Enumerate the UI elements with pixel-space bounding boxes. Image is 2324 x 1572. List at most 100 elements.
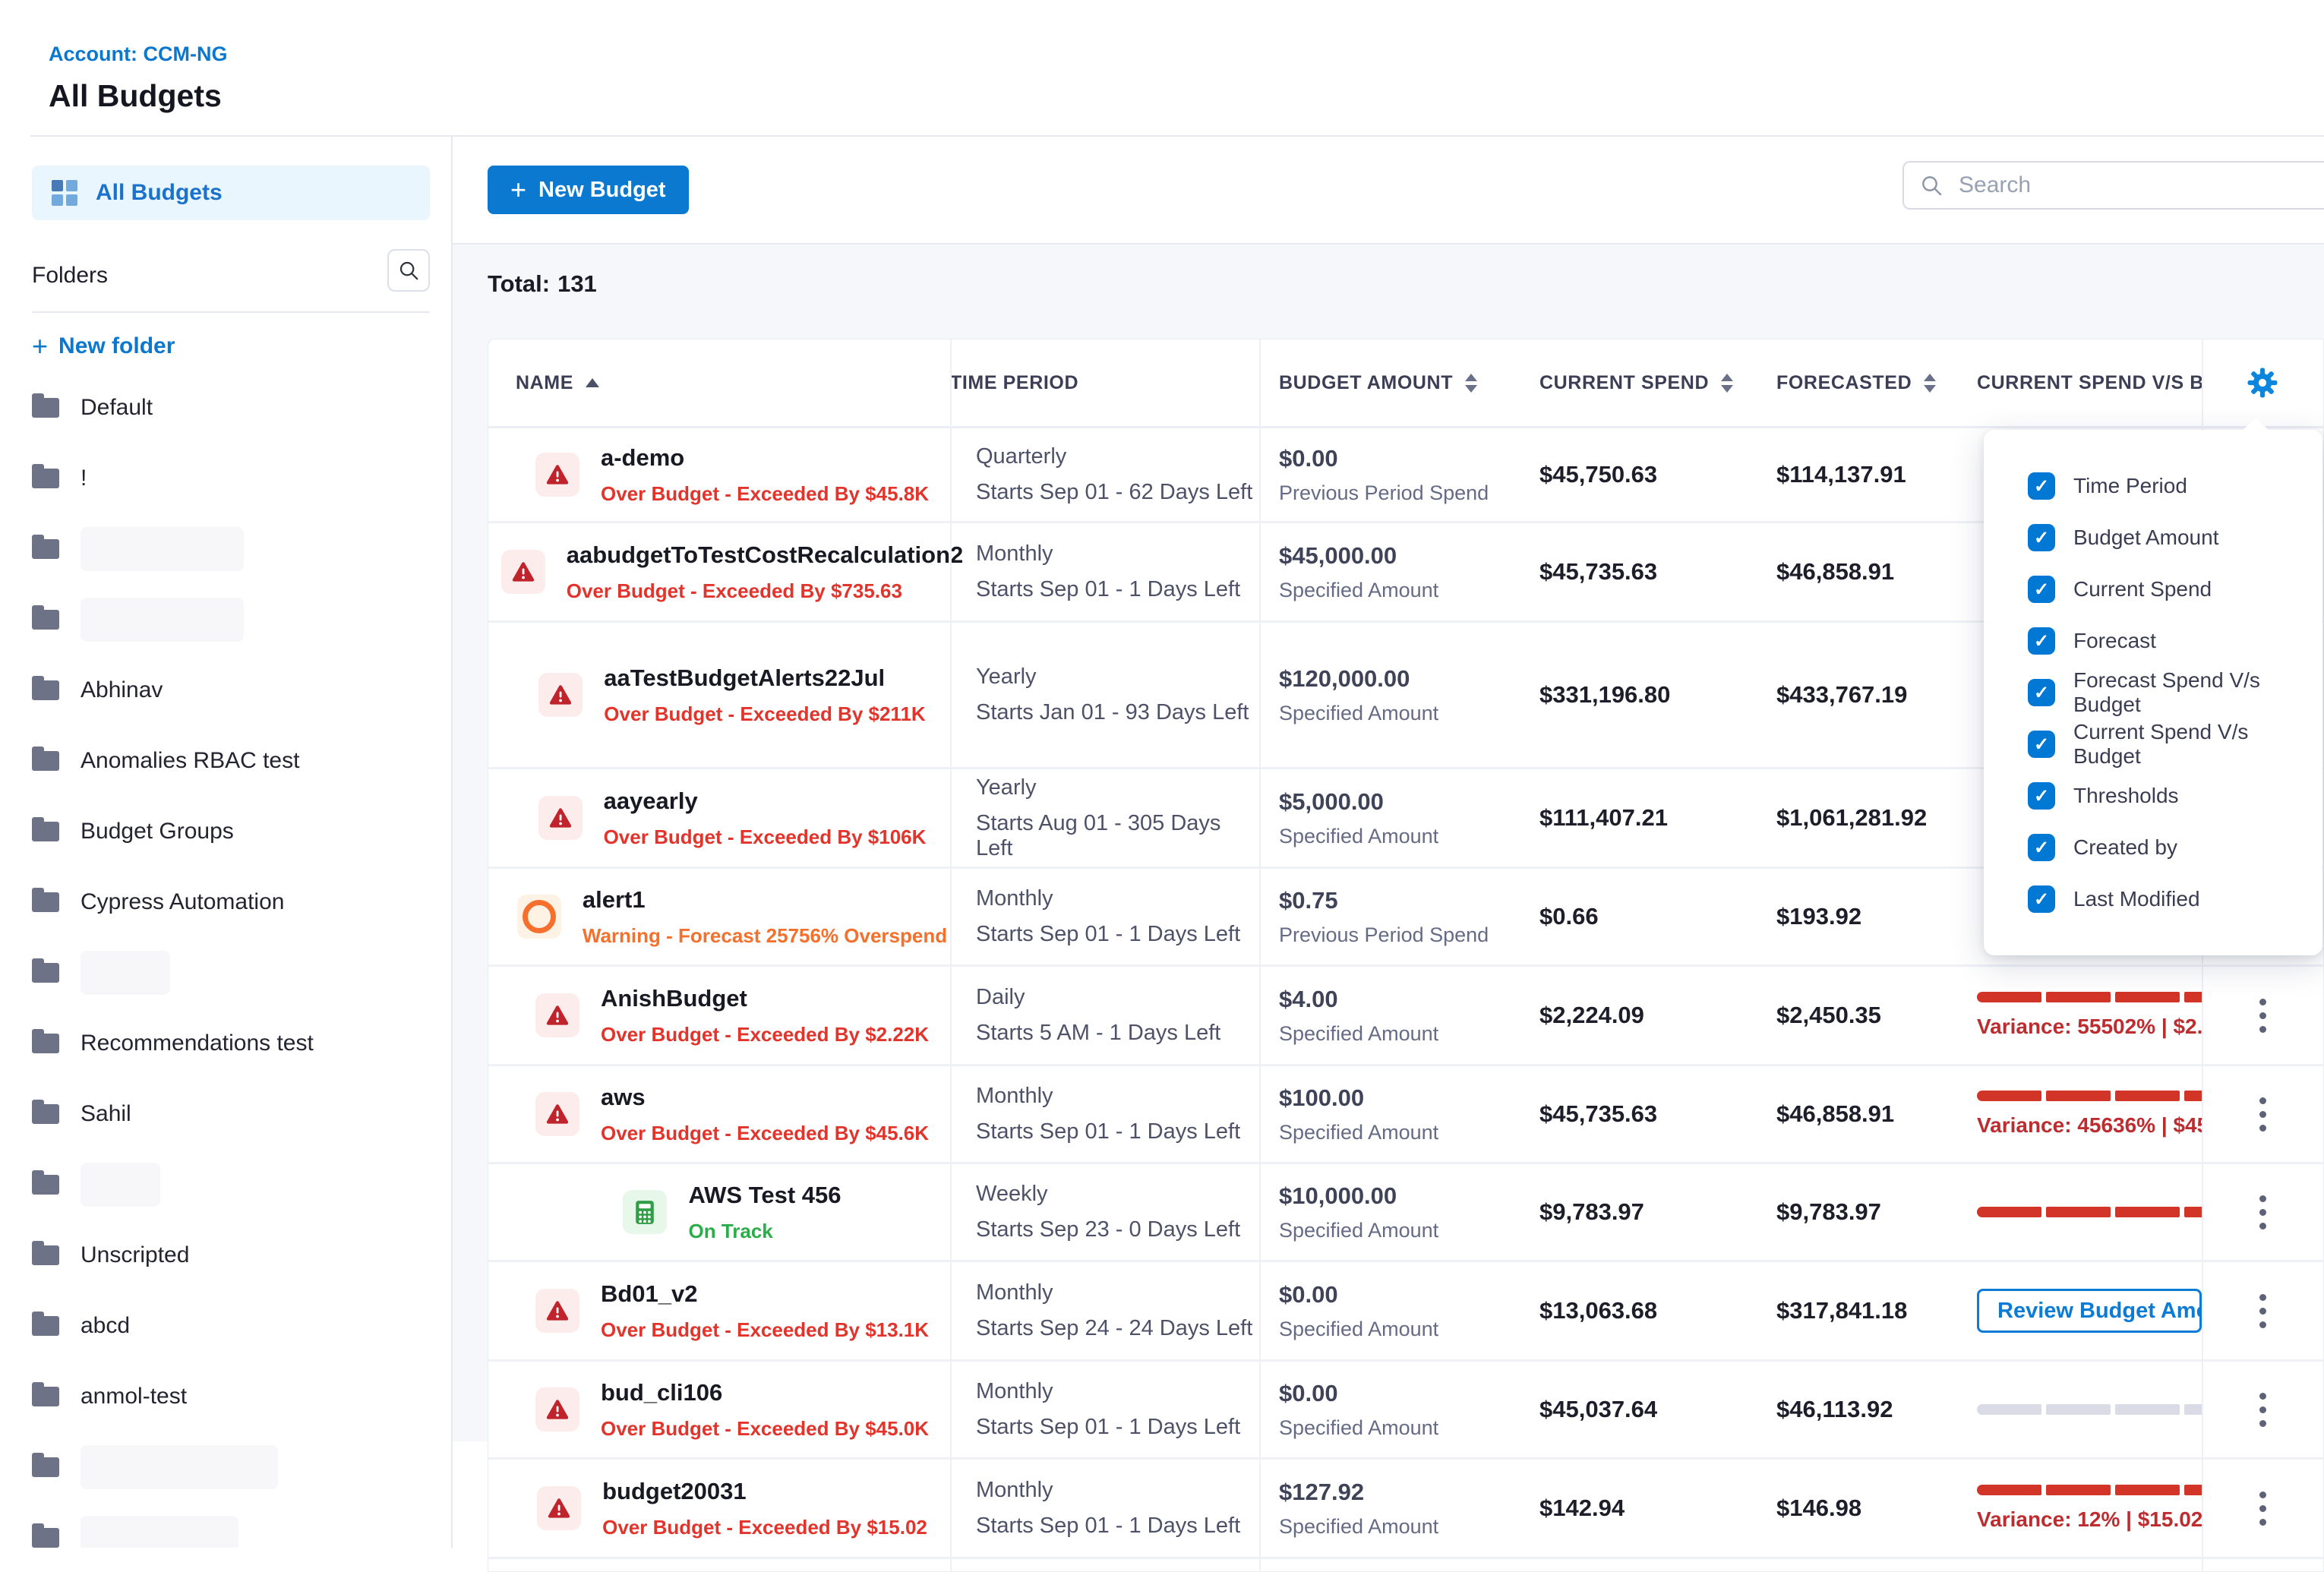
column-settings-button[interactable] — [2247, 368, 2278, 398]
row-menu-button[interactable] — [2252, 1090, 2274, 1139]
page-title: All Budgets — [49, 78, 2324, 114]
checkbox-checked-icon[interactable]: ✓ — [2028, 627, 2055, 655]
review-budget-button[interactable]: Review Budget Amount — [1977, 1289, 2202, 1333]
spend-vs-budget-cell — [1975, 1362, 2202, 1457]
folder-search-button[interactable] — [387, 249, 430, 292]
column-toggle-item[interactable]: ✓ Current Spend — [2028, 576, 2307, 603]
column-header-budget-amount[interactable]: BUDGET AMOUNT — [1259, 372, 1529, 394]
checkbox-checked-icon[interactable]: ✓ — [2028, 524, 2055, 551]
variance-text: Variance: 45636% | $45.6K over — [1977, 1113, 2202, 1138]
folder-item[interactable]: Recommendations test — [32, 1008, 430, 1078]
column-header-current-spend[interactable]: CURRENT SPEND — [1529, 372, 1772, 394]
budget-name[interactable]: bud_cli106 — [601, 1379, 929, 1406]
folder-item[interactable]: Sahil — [32, 1078, 430, 1149]
column-header-forecasted[interactable]: FORECASTED — [1772, 372, 1975, 394]
folder-item[interactable] — [32, 1432, 430, 1502]
folder-item[interactable]: Unscripted — [32, 1220, 430, 1290]
folder-item[interactable] — [32, 513, 430, 584]
column-header-name[interactable]: NAME — [488, 372, 950, 394]
row-menu-button[interactable] — [2252, 991, 2274, 1040]
folder-item[interactable] — [32, 1149, 430, 1220]
new-budget-button[interactable]: + New Budget — [488, 166, 689, 214]
folder-item[interactable]: abcd — [32, 1290, 430, 1361]
column-toggle-item[interactable]: ✓ Time Period — [2028, 472, 2307, 500]
checkbox-checked-icon[interactable]: ✓ — [2028, 576, 2055, 603]
current-spend: $111,407.21 — [1539, 804, 1772, 832]
page-header: Account: CCM-NG All Budgets — [30, 0, 2324, 137]
budget-amount-type: Specified Amount — [1279, 1318, 1529, 1341]
search-input[interactable] — [1957, 172, 2279, 199]
budget-name[interactable]: aabudgetToTestCostRecalculation2 — [567, 541, 964, 569]
folder-item[interactable] — [32, 937, 430, 1008]
column-toggle-item[interactable]: ✓ Forecast — [2028, 627, 2307, 655]
budget-name[interactable]: a-demo — [601, 444, 929, 472]
folder-label: anmol-test — [81, 1384, 187, 1409]
time-period: Weekly — [976, 1182, 1259, 1207]
column-toggle-item[interactable]: ✓ Thresholds — [2028, 782, 2307, 810]
folder-item[interactable]: Anomalies RBAC test — [32, 725, 430, 796]
folder-item[interactable]: ! — [32, 443, 430, 513]
budget-name[interactable]: budget20031 — [602, 1478, 927, 1505]
folder-item[interactable]: Cypress Automation — [32, 866, 430, 937]
folder-item[interactable]: anmol-test — [32, 1361, 430, 1432]
table-row[interactable]: AWS Test 456 On Track Weekly Starts Sep … — [488, 1164, 2323, 1262]
budget-name[interactable]: AWS Test 456 — [688, 1182, 841, 1209]
table-row[interactable]: Bd01_v2 Over Budget - Exceeded By $13.1K… — [488, 1262, 2323, 1362]
checkbox-checked-icon[interactable]: ✓ — [2028, 731, 2055, 758]
checkbox-checked-icon[interactable]: ✓ — [2028, 472, 2055, 500]
budget-name[interactable]: aws — [601, 1084, 929, 1111]
table-row[interactable]: bud_cli106 Over Budget - Exceeded By $45… — [488, 1362, 2323, 1460]
folder-item[interactable]: Abhinav — [32, 655, 430, 725]
column-toggle-item[interactable]: ✓ Last Modified — [2028, 885, 2307, 913]
checkbox-checked-icon[interactable]: ✓ — [2028, 782, 2055, 810]
folder-icon — [32, 1034, 59, 1053]
folder-item[interactable]: Default — [32, 372, 430, 443]
table-row[interactable]: budget20031 Over Budget - Exceeded By $1… — [488, 1460, 2323, 1559]
column-header-time-period[interactable]: TIME PERIOD — [950, 372, 1259, 394]
plus-icon: + — [32, 335, 48, 358]
variance-text: Variance: 55502% | $2.22K over — [1977, 1015, 2202, 1039]
budget-name[interactable]: Bd01_v2 — [601, 1280, 929, 1308]
time-period: Daily — [976, 985, 1259, 1010]
checkbox-checked-icon[interactable]: ✓ — [2028, 885, 2055, 913]
folder-label: Unscripted — [81, 1242, 189, 1268]
table-row[interactable]: aws Over Budget - Exceeded By $45.6K Mon… — [488, 1066, 2323, 1164]
budget-status: Warning - Forecast 25756% Overspend — [583, 924, 947, 948]
time-period: Monthly — [976, 1478, 1259, 1503]
folder-icon — [32, 1316, 59, 1336]
budget-amount: $4.00 — [1279, 986, 1529, 1013]
column-separator — [1259, 339, 1261, 1571]
budget-amount-type: Previous Period Spend — [1279, 923, 1529, 947]
row-menu-button[interactable] — [2252, 1385, 2274, 1435]
column-settings-menu: ✓ Time Period ✓ Budget Amount ✓ Current … — [1984, 430, 2322, 955]
forecasted: $114,137.91 — [1776, 461, 1975, 488]
column-toggle-item[interactable]: ✓ Current Spend V/s Budget — [2028, 731, 2307, 758]
folder-item[interactable]: Budget Groups — [32, 796, 430, 866]
new-folder-button[interactable]: + New folder — [32, 331, 430, 361]
column-header-spend-vs-budget[interactable]: CURRENT SPEND V/S BUDGET — [1975, 372, 2202, 394]
budget-name[interactable]: alert1 — [583, 886, 947, 914]
budget-name[interactable]: aaTestBudgetAlerts22Jul — [604, 664, 925, 692]
checkbox-checked-icon[interactable]: ✓ — [2028, 834, 2055, 861]
spend-vs-budget-cell: Variance: 55502% | $2.22K over — [1975, 967, 2202, 1064]
sidebar-item-all-budgets[interactable]: All Budgets — [32, 166, 430, 220]
table-row[interactable]: AnishBudget Over Budget - Exceeded By $2… — [488, 967, 2323, 1066]
account-breadcrumb-link[interactable]: Account: CCM-NG — [49, 43, 2324, 66]
search-field[interactable] — [1902, 161, 2324, 210]
folder-item[interactable] — [32, 1502, 430, 1548]
row-menu-button[interactable] — [2252, 1484, 2274, 1533]
folder-item[interactable] — [32, 584, 430, 655]
search-icon — [1919, 173, 1944, 197]
checkbox-checked-icon[interactable]: ✓ — [2028, 679, 2055, 706]
budget-name[interactable]: aayearly — [604, 788, 927, 815]
column-toggle-item[interactable]: ✓ Created by — [2028, 834, 2307, 861]
row-menu-button[interactable] — [2252, 1286, 2274, 1336]
current-spend: $45,750.63 — [1539, 461, 1772, 488]
status-icon — [535, 453, 579, 497]
sort-icon — [1465, 374, 1477, 393]
column-toggle-item[interactable]: ✓ Forecast Spend V/s Budget — [2028, 679, 2307, 706]
budget-name[interactable]: AnishBudget — [601, 985, 929, 1012]
row-menu-button[interactable] — [2252, 1188, 2274, 1237]
column-toggle-item[interactable]: ✓ Budget Amount — [2028, 524, 2307, 551]
sort-icon — [1924, 374, 1936, 393]
